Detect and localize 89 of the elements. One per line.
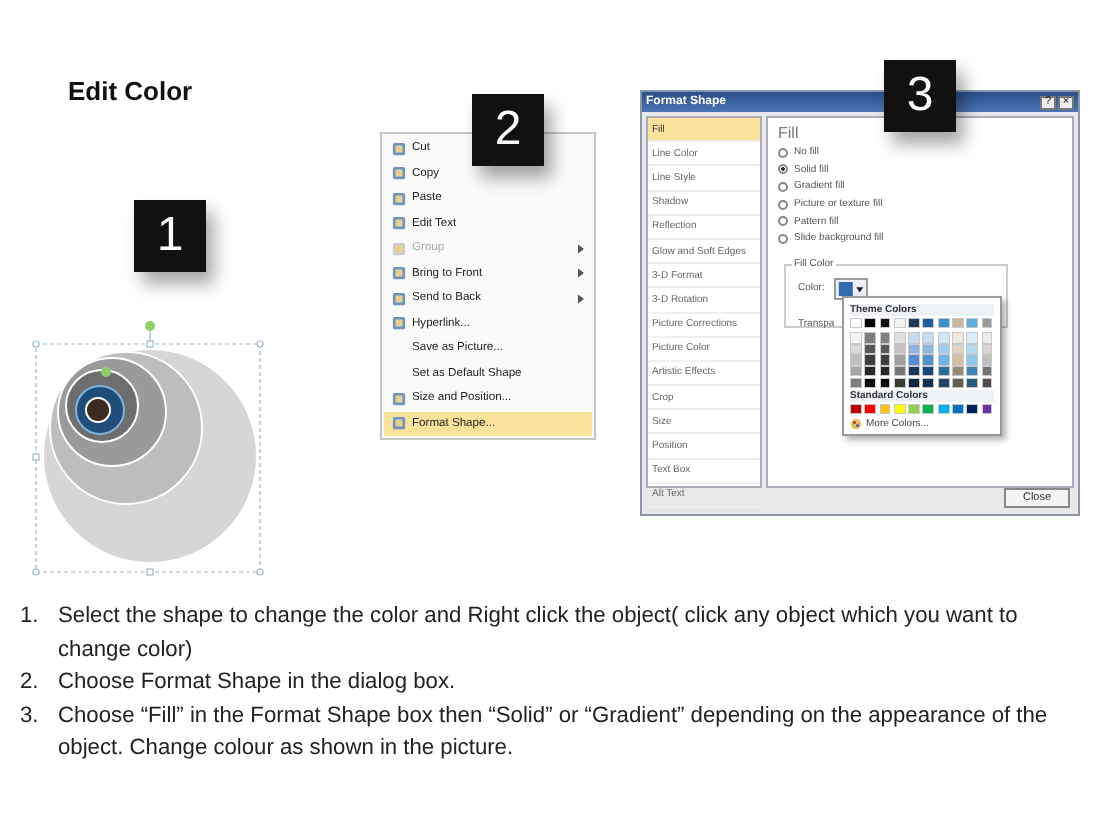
color-swatch[interactable] (879, 354, 891, 366)
step-badge: 2 (472, 94, 544, 166)
radio-button[interactable] (778, 199, 788, 210)
color-swatch[interactable] (908, 332, 920, 344)
radio-button[interactable] (778, 216, 788, 227)
color-swatch[interactable] (893, 332, 906, 344)
color-swatch[interactable] (893, 318, 906, 329)
color-picker-button[interactable] (834, 277, 869, 300)
color-swatch[interactable] (864, 318, 877, 329)
radio-button[interactable] (778, 147, 788, 158)
color-swatch[interactable] (864, 343, 877, 355)
color-swatch[interactable] (981, 318, 993, 329)
color-swatch[interactable] (879, 318, 891, 329)
color-swatch[interactable] (850, 343, 862, 355)
step-text: Select the shape to change the color and Right click the object( click any object which you want to change color) (58, 602, 1020, 665)
color-swatch[interactable] (864, 377, 877, 388)
color-swatch[interactable] (981, 366, 993, 377)
color-swatch[interactable] (952, 377, 964, 388)
color-swatch[interactable] (937, 354, 950, 366)
color-swatch[interactable] (879, 332, 891, 344)
color-swatch[interactable] (952, 343, 964, 355)
radio-button[interactable] (778, 233, 788, 244)
color-swatch[interactable] (966, 403, 979, 415)
color-swatch[interactable] (922, 332, 935, 344)
step-text: Choose Format Shape in the dialog box. (58, 668, 458, 698)
color-swatch[interactable] (893, 354, 906, 366)
color-swatch[interactable] (864, 332, 877, 344)
palette-icon (850, 418, 862, 431)
color-swatch[interactable] (864, 354, 877, 366)
color-swatch[interactable] (879, 343, 891, 355)
color-swatch[interactable] (922, 354, 935, 366)
color-swatch[interactable] (850, 403, 862, 415)
color-swatch[interactable] (908, 354, 920, 366)
step-number: 2. (20, 668, 41, 698)
step-text: Choose “Fill” in the Format Shape box then “Solid” or “Gradient” depending on the appearance of the object. Change colour as shown in the picture. (58, 701, 1050, 764)
color-swatch[interactable] (850, 377, 862, 388)
color-swatch[interactable] (893, 366, 906, 377)
color-swatch[interactable] (893, 403, 906, 415)
panel-heading: Fill (778, 124, 801, 142)
color-swatch[interactable] (952, 354, 964, 366)
color-swatch[interactable] (981, 377, 993, 388)
radio-button[interactable] (778, 181, 788, 192)
color-swatch[interactable] (966, 366, 979, 377)
color-swatch[interactable] (952, 366, 964, 377)
color-swatch[interactable] (879, 403, 891, 415)
radio-button[interactable] (778, 164, 788, 175)
color-swatch[interactable] (937, 377, 950, 388)
color-swatch[interactable] (850, 354, 862, 366)
color-swatch[interactable] (937, 318, 950, 329)
color-swatch[interactable] (850, 332, 862, 344)
color-swatch[interactable] (981, 332, 993, 344)
color-swatch[interactable] (893, 377, 906, 388)
color-swatch[interactable] (850, 366, 862, 377)
color-swatch[interactable] (937, 343, 950, 355)
color-swatch[interactable] (981, 343, 993, 355)
color-swatch[interactable] (908, 318, 920, 329)
color-swatch[interactable] (864, 366, 877, 377)
color-swatch[interactable] (922, 343, 935, 355)
color-swatch[interactable] (966, 377, 979, 388)
color-swatch[interactable] (864, 403, 877, 415)
step-number: 1. (20, 602, 41, 632)
color-swatch[interactable] (908, 377, 920, 388)
color-swatch[interactable] (937, 332, 950, 344)
color-swatch[interactable] (966, 343, 979, 355)
color-swatch[interactable] (952, 332, 964, 344)
color-swatch[interactable] (937, 403, 950, 415)
color-swatch[interactable] (981, 403, 993, 415)
color-swatch[interactable] (966, 332, 979, 344)
color-swatch[interactable] (908, 403, 920, 415)
color-swatch[interactable] (908, 366, 920, 377)
color-swatch[interactable] (922, 318, 935, 329)
color-swatch[interactable] (879, 377, 891, 388)
color-swatch[interactable] (966, 318, 979, 329)
color-swatch[interactable] (879, 366, 891, 377)
step-badge: 1 (134, 200, 206, 272)
color-swatch[interactable] (908, 343, 920, 355)
color-swatch[interactable] (952, 403, 964, 415)
color-swatch[interactable] (966, 354, 979, 366)
color-swatch[interactable] (981, 354, 993, 366)
color-swatch[interactable] (952, 318, 964, 329)
color-swatch[interactable] (893, 343, 906, 355)
color-swatch[interactable] (850, 318, 862, 329)
color-swatch[interactable] (937, 366, 950, 377)
color-swatch[interactable] (922, 377, 935, 388)
color-swatch[interactable] (922, 366, 935, 377)
slide-title: Edit Color (68, 76, 193, 106)
color-swatch[interactable] (922, 403, 935, 415)
step-badge: 3 (884, 60, 956, 132)
step-number: 3. (20, 701, 41, 731)
